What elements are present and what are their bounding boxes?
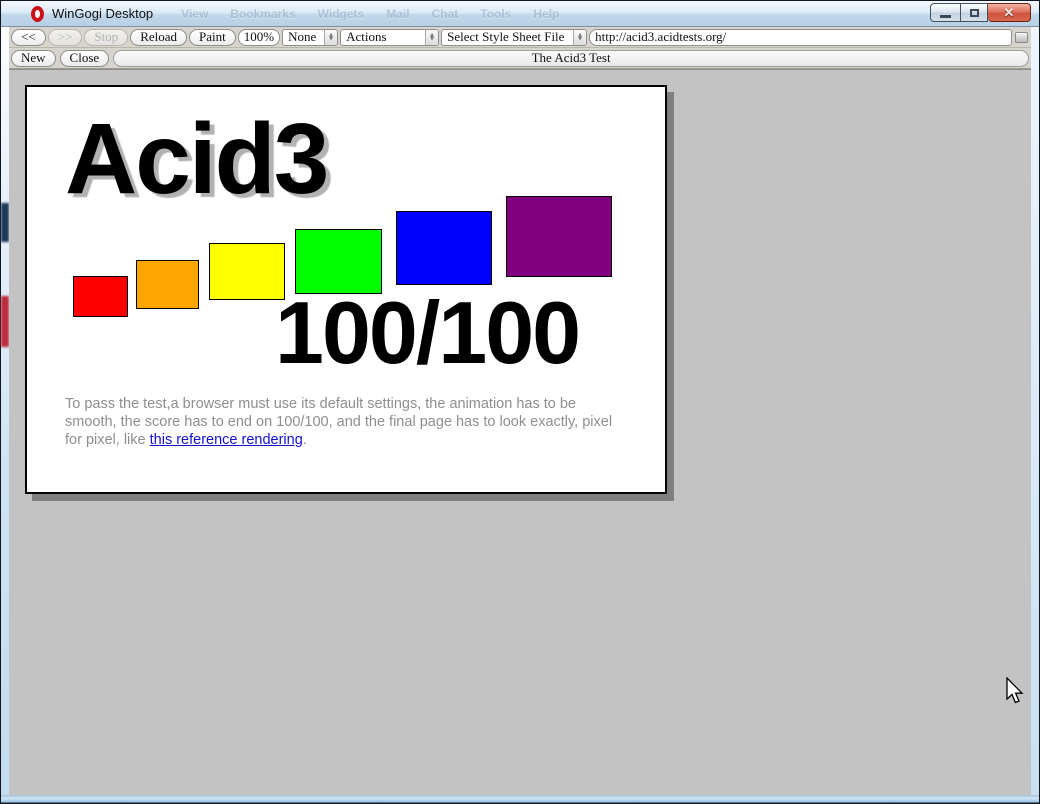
close-tab-button[interactable]: Close — [60, 50, 110, 67]
mouse-cursor — [1005, 677, 1026, 707]
window-frame-right — [1031, 27, 1039, 795]
tab-acid3-test[interactable]: The Acid3 Test — [113, 50, 1029, 67]
encoding-dropdown[interactable]: None ▲▼ — [282, 29, 338, 46]
blue-rectangle — [396, 211, 492, 285]
zoom-level-value: 100% — [239, 29, 279, 45]
menu-item-view[interactable]: View — [181, 7, 208, 21]
menu-item-mail[interactable]: Mail — [386, 7, 409, 21]
purple-rectangle — [506, 196, 612, 277]
address-bar[interactable]: http://acid3.acidtests.org/ — [589, 29, 1012, 46]
paragraph-text: To pass the test,a browser must use its … — [65, 396, 612, 448]
menu-item-widgets[interactable]: Widgets — [318, 7, 365, 21]
window-controls: ✕ — [930, 3, 1031, 22]
stylesheet-dropdown[interactable]: Select Style Sheet File ▲▼ — [441, 29, 587, 46]
spinner-icon[interactable]: ▲▼ — [324, 30, 337, 45]
actions-dropdown-value: Actions — [341, 29, 425, 45]
maximize-icon — [970, 9, 979, 17]
close-button[interactable]: ✕ — [988, 3, 1031, 22]
window-title: WinGogi Desktop — [52, 6, 153, 21]
acid3-heading: Acid3 — [65, 109, 327, 209]
browser-window: WinGogi Desktop View Bookmarks Widgets Mail… — [0, 0, 1040, 804]
address-bar-value: http://acid3.acidtests.org/ — [590, 29, 1011, 45]
spinner-icon[interactable]: ▲▼ — [425, 30, 438, 45]
reference-rendering-link[interactable]: this reference rendering — [150, 432, 303, 448]
menu-item-chat[interactable]: Chat — [432, 7, 459, 21]
tab-bar: New Close The Acid3 Test — [9, 48, 1031, 69]
spinner-icon[interactable]: ▲▼ — [573, 30, 586, 45]
browser-viewport: Acid3 100/100 To pass the test,a browser… — [9, 69, 1031, 795]
orange-rectangle — [136, 260, 199, 309]
new-tab-button[interactable]: New — [11, 50, 56, 67]
menu-bar: View Bookmarks Widgets Mail Chat Tools Help — [181, 7, 559, 21]
window-frame-bottom — [1, 795, 1039, 803]
frame-reflection-red — [1, 296, 9, 347]
menu-item-bookmarks[interactable]: Bookmarks — [230, 7, 295, 21]
minimize-button[interactable] — [930, 3, 961, 22]
close-icon: ✕ — [1004, 5, 1015, 21]
minimize-icon — [940, 15, 951, 18]
reload-button[interactable]: Reload — [130, 29, 187, 46]
title-bar: WinGogi Desktop View Bookmarks Widgets Mail… — [1, 1, 1039, 27]
menu-item-help[interactable]: Help — [533, 7, 559, 21]
stylesheet-dropdown-value: Select Style Sheet File — [442, 29, 573, 45]
actions-dropdown[interactable]: Actions ▲▼ — [340, 29, 439, 46]
back-button[interactable]: << — [11, 29, 46, 46]
paragraph-period: . — [303, 432, 307, 448]
forward-button[interactable]: >> — [48, 29, 83, 46]
acid3-page: Acid3 100/100 To pass the test,a browser… — [25, 85, 667, 494]
stop-button[interactable]: Stop — [84, 29, 128, 46]
page-icon[interactable] — [1015, 32, 1028, 43]
yellow-rectangle — [209, 243, 285, 300]
menu-item-tools[interactable]: Tools — [480, 7, 511, 21]
acid3-score: 100/100 — [275, 283, 579, 383]
frame-reflection-navy — [1, 203, 9, 242]
zoom-level-box[interactable]: 100% — [238, 29, 280, 46]
red-rectangle — [73, 276, 128, 317]
opera-logo-icon — [31, 6, 44, 22]
maximize-button[interactable] — [961, 3, 988, 22]
encoding-dropdown-value: None — [283, 29, 324, 45]
paint-button[interactable]: Paint — [189, 29, 236, 46]
acid3-paragraph: To pass the test,a browser must use its … — [65, 395, 627, 449]
main-toolbar: << >> Stop Reload Paint 100% None ▲▼ Act… — [9, 27, 1031, 48]
window-frame-left — [1, 27, 9, 795]
